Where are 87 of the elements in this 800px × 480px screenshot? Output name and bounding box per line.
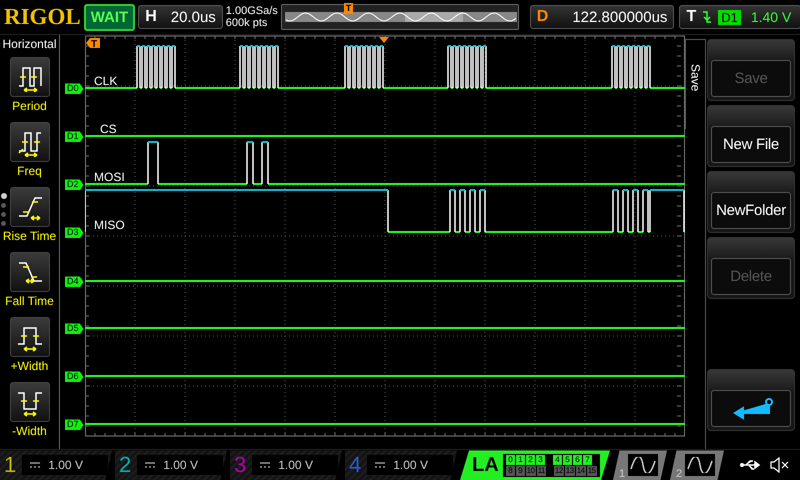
trigger-threshold: 1.40 V	[750, 9, 792, 26]
channel-bit: 11	[536, 466, 546, 476]
channel-bit: 0	[506, 454, 515, 465]
analog-channel-tab[interactable]: 3 1.00 V	[230, 450, 342, 480]
logic-analyzer-tab[interactable]: LA 0 1 2 3 4 5 6 7 8 9 10 11 12 13 14 15	[460, 450, 610, 480]
analog-channel-tab[interactable]: 2 1.00 V	[115, 450, 227, 480]
dc-coupling-icon	[260, 462, 270, 468]
measure-button[interactable]	[10, 252, 50, 292]
menu-title: Horizontal	[2, 37, 57, 52]
timebase-label: H	[145, 8, 157, 26]
channel-marker[interactable]: D1	[65, 131, 84, 142]
measure-label: +Width	[10, 359, 48, 374]
channel-bit: 12	[554, 466, 564, 476]
channel-bit: 2	[526, 454, 535, 465]
sample-rate: 1.00GSa/s	[226, 5, 278, 18]
run-status: WAIT	[84, 4, 136, 31]
trigger-position-icon	[379, 37, 389, 44]
logic-analyzer-label: LA	[472, 454, 499, 477]
trace-name: MISO	[94, 218, 125, 232]
analog-channel-tab[interactable]: 4 1.00 V	[345, 450, 457, 480]
channel-marker[interactable]: D7	[65, 419, 84, 430]
measure-label: Period	[12, 99, 47, 114]
channel-marker[interactable]: D2	[65, 179, 84, 190]
vertical-scale: 1.00 V	[163, 458, 198, 472]
channel-marker[interactable]: D0	[65, 83, 84, 94]
measure-label: -Width	[12, 424, 47, 438]
channel-bit: 8	[506, 466, 515, 476]
channel-number: 4	[349, 452, 362, 478]
trace-name: MOSI	[94, 170, 125, 184]
speaker-muted-icon[interactable]	[770, 457, 790, 474]
channel-bit: 7	[582, 454, 592, 465]
math-channel-number: 2	[676, 468, 682, 480]
channel-bit: 6	[572, 454, 582, 465]
measure-label: Fall Time	[5, 294, 54, 308]
channel-marker[interactable]: D5	[65, 323, 84, 334]
measure-button[interactable]	[10, 122, 50, 162]
channel-bit: 13	[564, 466, 575, 476]
channel-bit: 14	[576, 466, 586, 476]
back-button[interactable]	[711, 390, 791, 428]
softkey-button[interactable]: NewFolder	[711, 192, 791, 230]
memory-depth: 600k pts	[226, 17, 268, 30]
trigger-position-marker: T	[344, 3, 354, 14]
trace-name: CLK	[94, 74, 118, 88]
channel-number: 1	[4, 452, 16, 478]
dc-coupling-icon	[30, 462, 40, 468]
measure-label: Rise Time	[2, 229, 56, 244]
channel-marker[interactable]: D3	[65, 227, 84, 238]
math-channel-number: 1	[619, 468, 626, 480]
sine-wave-icon	[687, 457, 714, 474]
delay-label: D	[536, 8, 548, 26]
trace-name: CS	[100, 122, 117, 136]
measure-button[interactable]	[10, 317, 50, 358]
channel-number: 3	[234, 452, 246, 478]
channel-marker[interactable]: D6	[65, 371, 84, 382]
trigger-source: D1	[718, 10, 741, 25]
falling-edge-icon	[702, 10, 712, 24]
trigger-marker: T	[86, 38, 100, 50]
measure-button[interactable]	[10, 382, 50, 422]
channel-bit: 5	[562, 454, 572, 465]
vertical-scale: 1.00 V	[48, 458, 83, 472]
dc-coupling-icon	[145, 462, 156, 468]
measure-label: Freq	[17, 164, 42, 178]
timebase-panel[interactable]: H 20.0us	[138, 5, 223, 30]
trigger-panel[interactable]: T D1 1.40 V	[679, 5, 800, 30]
delay-panel[interactable]: D 122.800000us	[530, 5, 674, 30]
channel-bit: 9	[516, 466, 525, 476]
measure-button[interactable]	[10, 187, 50, 228]
dc-coupling-icon	[375, 462, 386, 468]
logo: RIGOL	[4, 4, 81, 30]
channel-bit: 1	[516, 454, 525, 465]
channel-bit: 15	[586, 466, 597, 476]
usb-icon[interactable]	[740, 459, 762, 472]
vertical-scale: 1.00 V	[393, 458, 428, 472]
channel-bit: 4	[552, 454, 562, 465]
measure-button[interactable]	[10, 57, 50, 98]
softkey-button[interactable]: New File	[711, 126, 791, 164]
timebase-value: 20.0us	[170, 8, 216, 26]
delay-value: 122.800000us	[572, 8, 668, 26]
sine-wave-icon	[630, 457, 656, 474]
channel-number: 2	[119, 452, 132, 478]
vertical-scale: 1.00 V	[278, 458, 313, 472]
channel-marker[interactable]: D4	[65, 276, 84, 288]
trigger-label: T	[686, 8, 696, 26]
channel-bit: 10	[526, 466, 536, 476]
channel-bit: 3	[536, 454, 545, 465]
analog-channel-tab[interactable]: 1 1.00 V	[0, 450, 112, 480]
menu-tab-label[interactable]: Save	[688, 64, 702, 92]
